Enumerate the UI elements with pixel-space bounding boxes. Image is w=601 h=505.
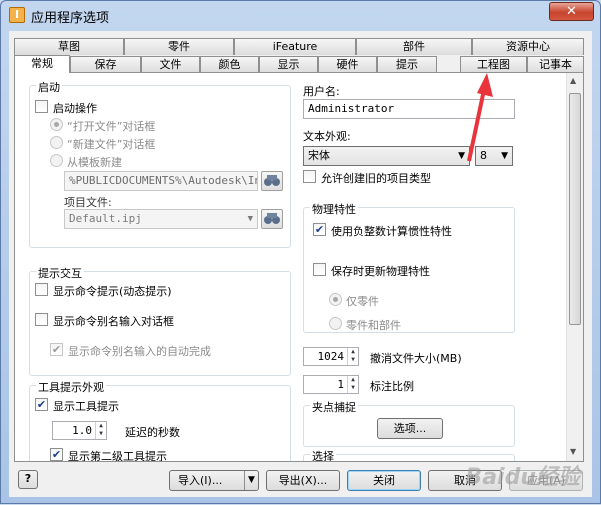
alias-autocomplete-checkbox[interactable]: ✔ [50,343,63,356]
tooltip-delay-label: 延迟的秒数 [125,426,180,439]
tab-notebook[interactable]: 记事本 [527,56,584,73]
project-file-value: Default.ipj [69,212,142,225]
startup-action-checkbox[interactable] [35,100,48,113]
startup-action-label: 启动操作 [53,102,97,115]
chevron-down-icon: ▼ [501,151,508,161]
tab-prompts[interactable]: 提示 [377,56,437,73]
annotation-scale-value: 1 [337,378,344,391]
show-alias-dialog-label: 显示命令别名输入对话框 [53,315,174,328]
spinner-arrows-icon[interactable]: ▲ ▼ [347,376,358,393]
username-field[interactable]: Administrator [303,99,515,119]
alias-autocomplete-label: 显示命令别名输入的自动完成 [68,345,211,358]
title-bar[interactable]: I 应用程序选项 ✕ [1,1,600,29]
text-appearance-label: 文本外观: [303,130,351,143]
tab-file[interactable]: 文件 [141,56,200,73]
window-title: 应用程序选项 [31,11,110,26]
chevron-down-icon: ▼ [247,214,253,224]
chevron-down-icon: ▼ [458,151,465,161]
tab-content-center[interactable]: 资源中心 [472,38,584,55]
browse-template-button[interactable] [261,171,283,191]
tab-general[interactable]: 常规 [14,55,70,73]
tab-sketch[interactable]: 草图 [14,38,124,55]
project-file-combo[interactable]: Default.ipj ▼ [64,209,258,229]
import-button-label: 导入(I)... [178,474,223,487]
vertical-scrollbar[interactable]: ▲ ▼ [566,73,583,461]
prompt-group-title: 提示交互 [36,265,84,281]
parts-and-assemblies-radio[interactable] [329,317,342,330]
template-path-field[interactable]: %PUBLICDOCUMENTS%\Autodesk\Inventor [64,171,258,191]
tab-part[interactable]: 零件 [124,38,234,55]
selection-group-title: 选择 [310,448,336,462]
tab-save[interactable]: 保存 [70,56,141,73]
update-on-save-checkbox[interactable] [313,263,326,276]
scroll-down-icon[interactable]: ▼ [570,447,576,456]
font-size-value: 8 [480,149,487,162]
annotation-scale-label: 标注比例 [370,380,414,393]
spinner-arrows-icon[interactable]: ▲ ▼ [347,348,358,365]
close-button[interactable]: 关闭 [347,470,421,491]
from-template-radio[interactable] [50,154,63,167]
show-second-tooltip-label: 显示第二级工具提示 [68,450,167,462]
options-window: I 应用程序选项 ✕ 草图 零件 iFeature 部件 资源中心 常规 保存 … [0,0,601,504]
negative-integer-inertia-checkbox[interactable]: ✔ [313,223,326,236]
import-button[interactable]: 导入(I)... ▼ [169,470,259,491]
project-file-label: 项目文件: [64,196,112,209]
username-label: 用户名: [303,85,340,98]
binoculars-icon [264,213,280,224]
undo-size-spinner[interactable]: 1024 ▲ ▼ [303,347,359,366]
show-tooltips-checkbox[interactable]: ✔ [35,398,48,411]
inventor-app-icon: I [9,7,25,23]
baidu-watermark: Baidu经验 [465,465,580,490]
show-second-tooltip-checkbox[interactable]: ✔ [50,448,63,461]
tooltip-delay-spinner[interactable]: 1.0 ▲ ▼ [52,421,107,440]
physical-group-title: 物理特性 [310,201,358,217]
update-on-save-label: 保存时更新物理特性 [331,265,430,278]
tab-color[interactable]: 颜色 [200,56,259,73]
spinner-arrows-icon[interactable]: ▲ ▼ [95,422,106,439]
tooltip-group-title: 工具提示外观 [36,379,106,395]
grip-snap-title: 夹点捕捉 [310,399,358,415]
undo-size-label: 撤消文件大小(MB) [370,352,462,365]
dialog-client: 草图 零件 iFeature 部件 资源中心 常规 保存 文件 颜色 显示 硬件… [9,31,592,497]
new-file-dialog-radio[interactable] [50,136,63,149]
new-file-dialog-label: “新建文件”对话框 [67,138,156,151]
font-combo[interactable]: 宋体 ▼ [303,146,470,166]
export-button[interactable]: 导出(X)... [266,470,340,491]
binoculars-icon [264,175,280,186]
scroll-up-icon[interactable]: ▲ [570,76,576,85]
parts-only-label: 仅零件 [346,295,379,308]
parts-and-assemblies-label: 零件和部件 [346,319,401,332]
allow-legacy-project-label: 允许创建旧的项目类型 [321,172,431,185]
allow-legacy-project-checkbox[interactable] [303,170,316,183]
tab-display[interactable]: 显示 [259,56,318,73]
from-template-label: 从模板新建 [67,156,122,169]
chevron-down-icon[interactable]: ▼ [244,471,258,490]
tab-ifeature[interactable]: iFeature [234,38,356,55]
scroll-thumb[interactable] [569,93,581,325]
tooltip-delay-value: 1.0 [72,424,92,437]
show-tooltips-label: 显示工具提示 [53,400,119,413]
tab-hardware[interactable]: 硬件 [318,56,377,73]
open-file-dialog-radio[interactable] [50,118,63,131]
startup-group-title: 启动 [36,79,62,95]
negative-integer-inertia-label: 使用负整数计算惯性特性 [331,225,452,238]
show-command-prompt-checkbox[interactable] [35,283,48,296]
tab-drawing[interactable]: 工程图 [460,56,527,73]
help-button[interactable]: ? [18,470,38,489]
grip-snap-options-button[interactable]: 选项... [377,418,443,439]
show-alias-dialog-checkbox[interactable] [35,313,48,326]
parts-only-radio[interactable] [329,293,342,306]
font-value: 宋体 [308,149,330,162]
annotation-scale-spinner[interactable]: 1 ▲ ▼ [303,375,359,394]
undo-size-value: 1024 [317,350,345,363]
tab-assembly[interactable]: 部件 [356,38,472,55]
general-tab-panel: 启动 启动操作 “打开文件”对话框 “新建文件”对话框 从模板新建 %PUBLI… [14,72,584,462]
window-close-button[interactable]: ✕ [549,2,594,21]
show-command-prompt-label: 显示命令提示(动态提示) [53,285,172,298]
browse-project-button[interactable] [261,209,283,229]
font-size-combo[interactable]: 8 ▼ [475,146,513,166]
open-file-dialog-label: “打开文件”对话框 [67,120,156,133]
